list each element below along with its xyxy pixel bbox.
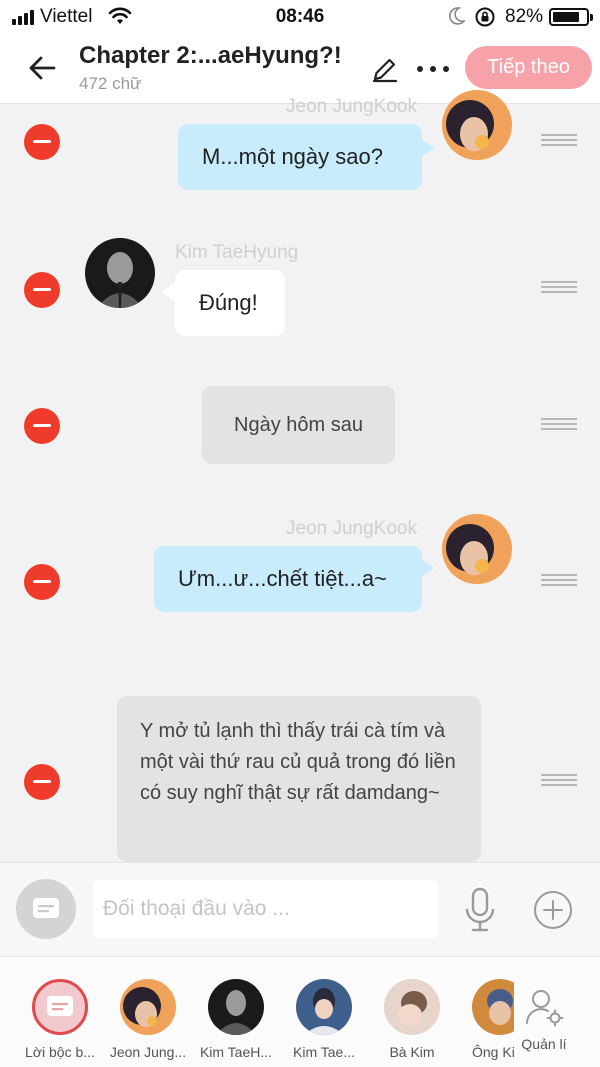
character-narrator[interactable]: Lời bộc b... bbox=[16, 979, 104, 1060]
message-row: Y mở tủ lạnh thì thấy trái cà tím và một… bbox=[0, 694, 600, 862]
message-text: Đúng! bbox=[199, 290, 258, 315]
dialogue-input[interactable] bbox=[93, 880, 438, 938]
character-label: Jeon Jung... bbox=[109, 1044, 187, 1060]
narrator-avatar bbox=[32, 979, 88, 1035]
sender-name: Jeon JungKook bbox=[286, 96, 417, 117]
character-label: Lời bộc b... bbox=[25, 1044, 95, 1060]
manage-label: Quản lí bbox=[521, 1036, 567, 1052]
more-dots-icon[interactable] bbox=[414, 56, 452, 82]
character-label: Ông Kir bbox=[472, 1044, 514, 1060]
character-ba-kim[interactable]: Bà Kim bbox=[368, 979, 456, 1060]
chat-bubble-icon bbox=[33, 898, 59, 918]
avatar bbox=[472, 979, 514, 1035]
avatar-jeon-jungkook[interactable] bbox=[442, 514, 512, 584]
character-kim-taehyung[interactable]: Kim TaeH... bbox=[192, 979, 280, 1060]
narration-bubble[interactable]: Y mở tủ lạnh thì thấy trái cà tím và một… bbox=[117, 696, 481, 862]
battery-icon bbox=[549, 8, 593, 26]
status-bar: Viettel 08:46 82% bbox=[0, 0, 600, 34]
character-label: Kim TaeH... bbox=[199, 1044, 273, 1060]
message-row: Jeon JungKook M...một ngày sao? bbox=[0, 90, 600, 214]
avatar-kim-taehyung[interactable] bbox=[85, 238, 155, 308]
bubble-tail bbox=[162, 282, 176, 302]
message-text: Ưm...ư...chết tiệt...a~ bbox=[178, 566, 387, 591]
character-ong-kim[interactable]: Ông Kir bbox=[452, 979, 514, 1060]
user-settings-icon bbox=[526, 990, 564, 1027]
sender-name: Jeon JungKook bbox=[286, 518, 417, 539]
message-text: M...một ngày sao? bbox=[202, 144, 383, 169]
avatar bbox=[384, 979, 440, 1035]
bubble-tail bbox=[420, 558, 434, 578]
avatar bbox=[296, 979, 352, 1035]
character-kim-tae[interactable]: Kim Tae... bbox=[280, 979, 368, 1060]
avatar bbox=[208, 979, 264, 1035]
drag-handle[interactable] bbox=[541, 574, 577, 588]
message-row: Ngày hôm sau bbox=[0, 384, 600, 470]
message-bubble[interactable]: Ưm...ư...chết tiệt...a~ bbox=[154, 546, 422, 612]
message-text: Ngày hôm sau bbox=[234, 413, 363, 436]
character-label: Bà Kim bbox=[389, 1044, 435, 1060]
plus-circle-icon[interactable] bbox=[533, 890, 573, 930]
delete-message-button[interactable] bbox=[24, 272, 60, 308]
manage-characters-button[interactable]: Quản lí bbox=[516, 987, 572, 1052]
sender-name: Kim TaeHyung bbox=[175, 242, 299, 263]
message-text: Y mở tủ lạnh thì thấy trái cà tím và một… bbox=[140, 720, 456, 804]
word-count: 472 chữ bbox=[79, 74, 142, 93]
rotation-lock-icon bbox=[475, 7, 495, 27]
message-bubble[interactable]: Đúng! bbox=[175, 270, 285, 336]
message-row: Kim TaeHyung Đúng! bbox=[0, 236, 600, 346]
moon-icon bbox=[449, 7, 465, 25]
delete-message-button[interactable] bbox=[24, 764, 60, 800]
delete-message-button[interactable] bbox=[24, 564, 60, 600]
avatar-jeon-jungkook[interactable] bbox=[442, 90, 512, 160]
next-chapter-button[interactable]: Tiếp theo bbox=[465, 46, 592, 89]
drag-handle[interactable] bbox=[541, 134, 577, 148]
narration-bubble[interactable]: Ngày hôm sau bbox=[202, 386, 395, 464]
delete-message-button[interactable] bbox=[24, 408, 60, 444]
drag-handle[interactable] bbox=[541, 774, 577, 788]
microphone-icon[interactable] bbox=[463, 887, 497, 933]
avatar bbox=[120, 979, 176, 1035]
battery-percent: 82% bbox=[505, 6, 544, 27]
drag-handle[interactable] bbox=[541, 418, 577, 432]
drag-handle[interactable] bbox=[541, 281, 577, 295]
delete-message-button[interactable] bbox=[24, 124, 60, 160]
editor-header: Chapter 2:...aeHyung?! 472 chữ Tiếp theo bbox=[0, 34, 600, 104]
narration-toggle-button[interactable] bbox=[16, 879, 76, 939]
message-bubble[interactable]: M...một ngày sao? bbox=[178, 124, 422, 190]
dialogue-input-bar bbox=[0, 862, 600, 956]
pencil-icon[interactable] bbox=[370, 54, 400, 84]
message-row: Jeon JungKook Ưm...ư...chết tiệt...a~ bbox=[0, 512, 600, 622]
bubble-tail bbox=[420, 138, 434, 158]
character-label: Kim Tae... bbox=[293, 1044, 355, 1060]
character-jeon-jungkook[interactable]: Jeon Jung... bbox=[104, 979, 192, 1060]
back-arrow-icon[interactable] bbox=[24, 50, 60, 86]
character-selector-bar: Lời bộc b... Jeon Jung... Kim TaeH... Ki… bbox=[0, 956, 600, 1067]
chapter-title: Chapter 2:...aeHyung?! bbox=[79, 42, 342, 69]
